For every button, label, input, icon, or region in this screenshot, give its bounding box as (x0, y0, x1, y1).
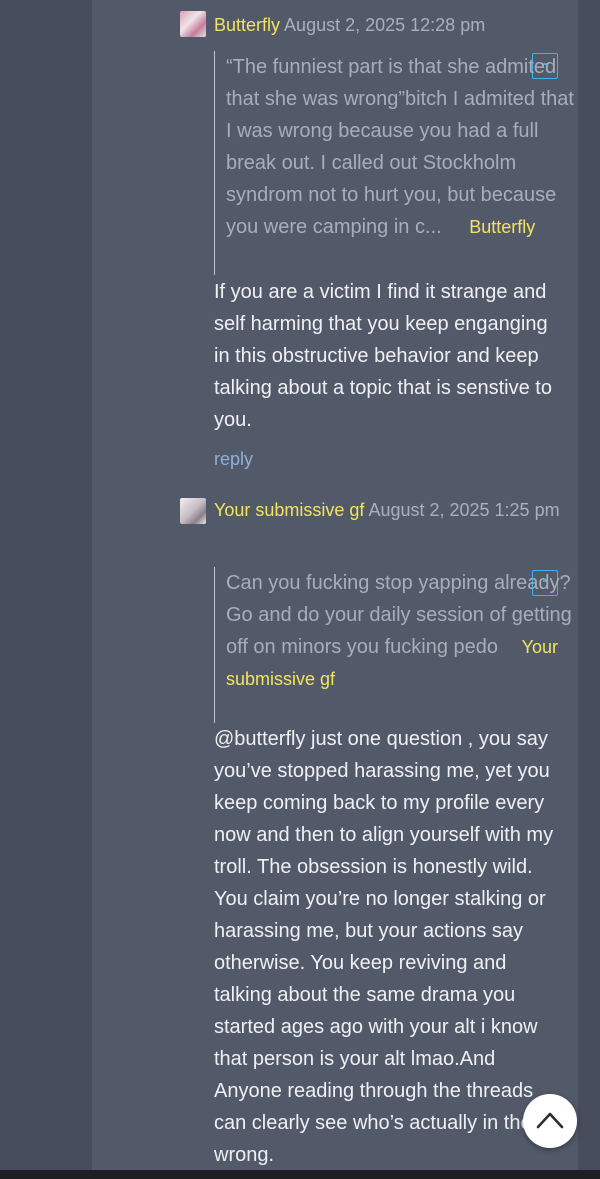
reply-link[interactable]: reply (214, 447, 253, 471)
quoted-comment: Can you fucking stop yapping already? Go… (214, 567, 574, 723)
quoted-comment: “The funniest part is that she admited t… (214, 51, 574, 275)
left-margin (0, 0, 92, 1179)
scroll-to-top-button[interactable] (523, 1094, 577, 1148)
comment-username[interactable]: Your submissive gf (214, 500, 364, 520)
comment-body: @butterfly just one question , you say y… (214, 728, 554, 1166)
comment-date: August 2, 2025 12:28 pm (284, 15, 486, 35)
quote-text: “The funniest part is that she admited t… (226, 56, 574, 238)
comment-body: If you are a victim I find it strange an… (214, 281, 552, 431)
bottom-bar (0, 1170, 600, 1179)
comment-username[interactable]: Butterfly (214, 15, 280, 35)
right-margin (578, 0, 600, 1179)
chevron-up-icon (536, 1112, 564, 1129)
quote-author[interactable]: Butterfly (469, 217, 535, 237)
avatar[interactable] (180, 11, 206, 37)
comment-date: August 2, 2025 1:25 pm (368, 500, 560, 520)
avatar[interactable] (180, 498, 206, 524)
quote-text: Can you fucking stop yapping already? Go… (226, 572, 572, 658)
